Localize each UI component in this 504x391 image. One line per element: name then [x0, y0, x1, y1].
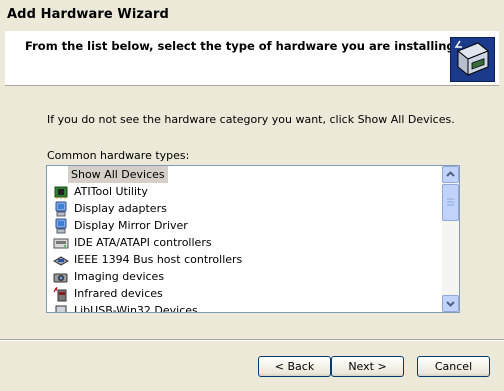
list-item-ieee1394[interactable]: IEEE 1394 Bus host controllers	[47, 251, 443, 268]
intro-text: If you do not see the hardware category …	[47, 113, 455, 126]
list-item-atitool[interactable]: ATITool Utility	[47, 183, 443, 200]
list-item-label: LibUSB-Win32 Devices	[74, 304, 198, 313]
list-item-label: Display Mirror Driver	[74, 219, 188, 232]
list-items: Show All Devices ATITool Utility Display…	[47, 166, 443, 313]
list-item-libusb[interactable]: LibUSB-Win32 Devices	[47, 302, 443, 313]
wizard-header: From the list below, select the type of …	[5, 31, 499, 86]
window-title: Add Hardware Wizard	[7, 7, 169, 22]
list-item-label: Imaging devices	[74, 270, 165, 283]
next-button[interactable]: Next >	[331, 356, 404, 377]
usb-icon	[55, 305, 67, 312]
list-item-imaging[interactable]: Imaging devices	[47, 268, 443, 285]
list-item-display-adapters[interactable]: Display adapters	[47, 200, 443, 217]
monitor-icon	[55, 201, 67, 217]
list-item-display-mirror[interactable]: Display Mirror Driver	[47, 217, 443, 234]
firewire-icon	[53, 256, 69, 266]
list-label: Common hardware types:	[47, 149, 190, 162]
list-item-label: IEEE 1394 Bus host controllers	[74, 253, 243, 266]
grip-icon	[447, 198, 454, 206]
list-item-show-all[interactable]: Show All Devices	[47, 166, 443, 183]
header-title: From the list below, select the type of …	[25, 39, 455, 53]
chevron-up-icon	[446, 171, 455, 177]
infrared-icon	[53, 286, 67, 302]
list-item-label: Show All Devices	[68, 166, 168, 183]
hardware-wizard-icon	[450, 37, 495, 82]
hardware-type-list[interactable]: Show All Devices ATITool Utility Display…	[46, 165, 460, 313]
back-button[interactable]: < Back	[258, 356, 331, 377]
title-bar: Add Hardware Wizard	[0, 0, 504, 31]
cancel-button[interactable]: Cancel	[417, 356, 490, 377]
list-item-label: Display adapters	[74, 202, 167, 215]
scroll-up-button[interactable]	[442, 166, 459, 183]
camera-icon	[53, 273, 68, 283]
monitor-icon	[55, 218, 67, 234]
list-scrollbar[interactable]	[442, 166, 459, 312]
list-item-ide[interactable]: IDE ATA/ATAPI controllers	[47, 234, 443, 251]
footer-divider	[0, 339, 504, 341]
ide-controller-icon	[53, 238, 69, 249]
list-item-infrared[interactable]: Infrared devices	[47, 285, 443, 302]
list-item-label: IDE ATA/ATAPI controllers	[74, 236, 212, 249]
chip-icon	[54, 186, 68, 199]
scroll-down-button[interactable]	[442, 295, 459, 312]
list-item-label: ATITool Utility	[74, 185, 148, 198]
scroll-thumb[interactable]	[442, 184, 459, 221]
list-item-label: Infrared devices	[74, 287, 163, 300]
chevron-down-icon	[446, 301, 455, 307]
